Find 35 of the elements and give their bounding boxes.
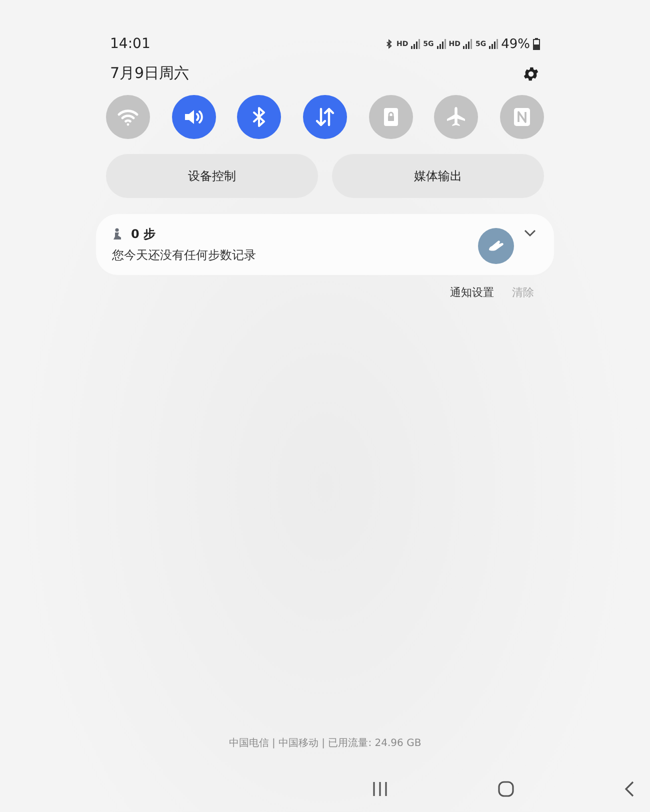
signal-icon (436, 39, 446, 49)
clock: 14:01 (110, 36, 150, 52)
nfc-icon (514, 108, 530, 126)
quick-toggle[interactable] (302, 95, 347, 139)
panel-button[interactable]: 设备控制 (106, 154, 318, 198)
quick-toggle[interactable] (106, 95, 150, 139)
quick-toggle[interactable] (500, 95, 544, 139)
chevron-down-icon[interactable] (524, 229, 536, 237)
signal-icon (411, 39, 420, 49)
date: 7月9日周六 (110, 64, 190, 83)
speaker-icon (184, 110, 203, 124)
signal-icon (463, 39, 472, 49)
recents-button[interactable] (372, 782, 388, 796)
battery-icon (533, 38, 540, 50)
figure-icon (112, 228, 123, 240)
quick-toggle[interactable] (237, 95, 282, 139)
notification-title: 0 步 (131, 226, 156, 242)
notification-card[interactable]: 0 步 您今天还没有任何步数记录 (96, 214, 554, 275)
quick-toggle[interactable] (172, 95, 216, 139)
panel-button[interactable]: 媒体输出 (332, 154, 544, 198)
battery-level: 49% (501, 36, 530, 52)
bluetooth-icon (253, 107, 266, 127)
carrier-data-usage: 中国电信 | 中国移动 | 已用流量: 24.96 GB (228, 736, 422, 750)
notification-text: 您今天还没有任何步数记录 (112, 246, 257, 264)
wifi-icon (118, 110, 138, 126)
settings-icon[interactable] (522, 64, 540, 82)
signal-icon (489, 39, 498, 49)
back-button[interactable] (624, 781, 634, 797)
quick-toggle[interactable] (434, 95, 478, 139)
airplane-icon (447, 107, 466, 126)
home-button[interactable] (498, 781, 514, 797)
lock-icon (384, 108, 398, 126)
notification-action[interactable]: 通知设置 (450, 285, 494, 300)
quick-toggle[interactable] (368, 95, 413, 139)
up-down-arrows-icon (316, 108, 334, 126)
